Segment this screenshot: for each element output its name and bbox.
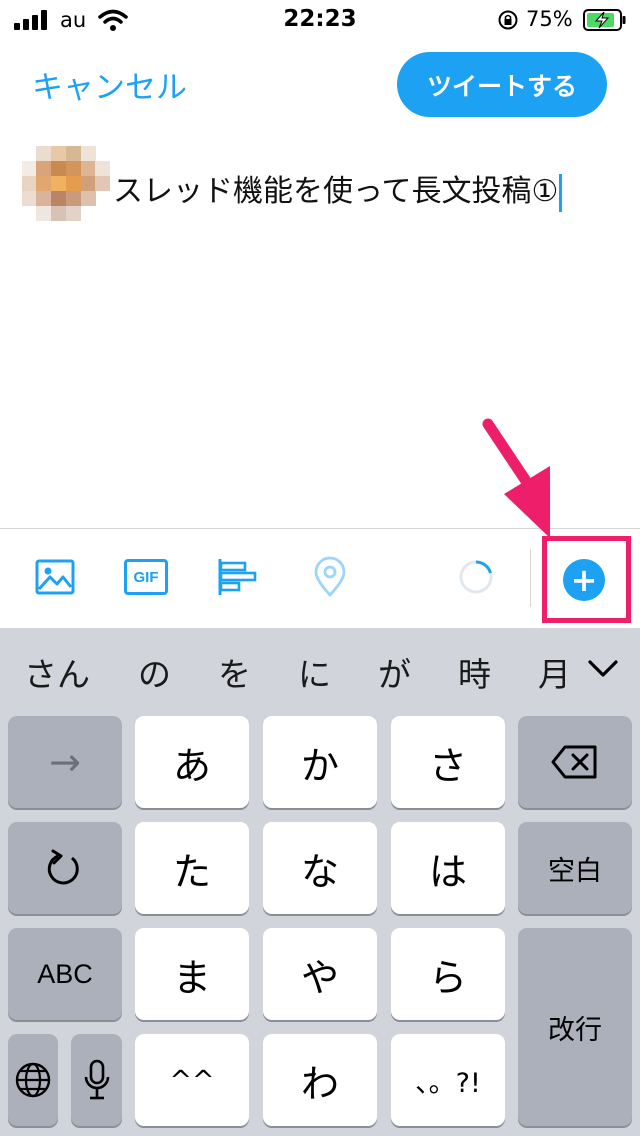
cancel-button[interactable]: キャンセル <box>32 62 187 107</box>
undo-icon <box>47 849 79 885</box>
key-dictation[interactable] <box>71 1034 122 1126</box>
tweet-button[interactable]: ツイートする <box>397 52 607 117</box>
candidate-item[interactable]: に <box>298 648 331 696</box>
globe-icon <box>15 1062 51 1098</box>
tweet-text-field[interactable]: スレッド機能を使って長文投稿① <box>113 166 563 212</box>
candidate-item[interactable]: 時 <box>458 648 491 696</box>
key-ra[interactable]: ら <box>391 928 505 1020</box>
annotation-arrow <box>482 418 550 538</box>
key-sa[interactable]: さ <box>391 716 505 808</box>
delete-icon <box>551 745 597 779</box>
candidate-item[interactable]: の <box>138 648 171 696</box>
microphone-icon <box>84 1059 109 1100</box>
candidate-bar: さん の を に が 時 月 <box>0 628 640 708</box>
key-ka[interactable]: か <box>263 716 377 808</box>
tweet-text: スレッド機能を使って長文投稿① <box>113 174 559 209</box>
annotation-highlight-box <box>542 536 631 623</box>
status-bar: au 22:23 75% <box>0 0 640 40</box>
key-delete[interactable] <box>518 716 632 808</box>
battery-charging-icon <box>583 9 626 31</box>
key-return[interactable]: 改行 <box>518 928 632 1126</box>
key-wa[interactable]: わ <box>263 1034 377 1126</box>
key-emoticon[interactable]: ^^ <box>135 1034 249 1126</box>
japanese-keyboard: さん の を に が 時 月 → あ か さ た な は 空白 ABC ま や … <box>0 628 640 1136</box>
key-ya[interactable]: や <box>263 928 377 1020</box>
toolbar-divider <box>530 549 531 607</box>
key-na[interactable]: な <box>263 822 377 914</box>
candidate-item[interactable]: が <box>378 648 411 696</box>
expand-candidates-button[interactable] <box>565 634 640 704</box>
key-a[interactable]: あ <box>135 716 249 808</box>
image-icon[interactable] <box>33 555 77 599</box>
avatar <box>22 142 110 232</box>
chevron-down-icon <box>587 660 618 677</box>
key-punctuation[interactable]: 、。?! <box>391 1034 505 1126</box>
key-globe[interactable] <box>8 1034 58 1126</box>
key-ta[interactable]: た <box>135 822 249 914</box>
location-icon[interactable] <box>308 555 352 599</box>
gif-icon[interactable]: GIF <box>124 559 168 595</box>
gif-label: GIF <box>133 568 159 586</box>
character-count-ring <box>459 560 493 594</box>
key-abc[interactable]: ABC <box>8 928 122 1020</box>
key-space[interactable]: 空白 <box>518 822 632 914</box>
key-undo[interactable] <box>8 822 122 914</box>
battery-percentage: 75% <box>526 7 573 31</box>
key-ha[interactable]: は <box>391 822 505 914</box>
candidate-item[interactable]: さん <box>24 648 90 696</box>
candidate-item[interactable]: を <box>218 648 251 696</box>
key-arrow[interactable]: → <box>8 716 122 808</box>
text-caret <box>559 173 563 212</box>
poll-icon[interactable] <box>215 555 259 599</box>
key-ma[interactable]: ま <box>135 928 249 1020</box>
rotation-lock-icon <box>498 10 518 30</box>
